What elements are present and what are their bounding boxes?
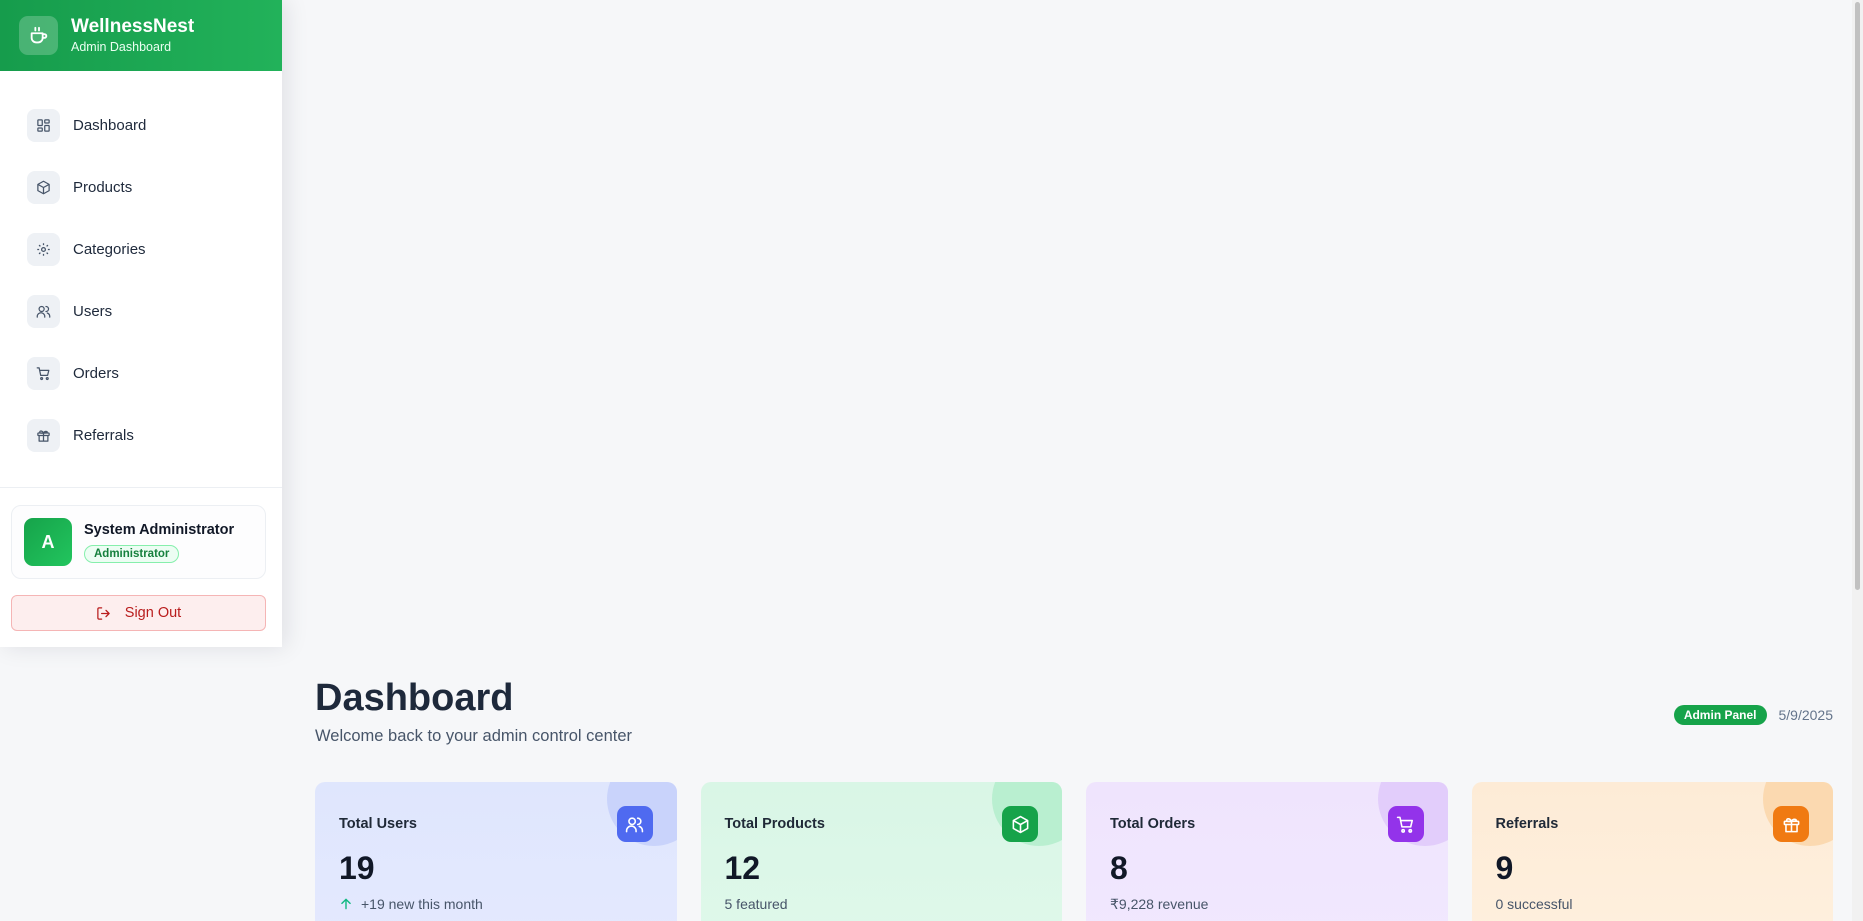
sidebar-nav: Dashboard Products Categories Users Orde… <box>0 71 282 466</box>
stat-card-referrals[interactable]: Referrals 9 0 successful <box>1471 782 1833 921</box>
card-title: Referrals <box>1495 816 1559 832</box>
coffee-icon <box>19 16 58 55</box>
card-value: 19 <box>339 850 375 886</box>
sidebar-item-dashboard[interactable]: Dashboard <box>0 94 282 156</box>
logout-icon <box>97 606 110 620</box>
role-badge: Administrator <box>84 545 180 563</box>
card-footnote: 0 successful <box>1495 896 1573 912</box>
page-scrollbar[interactable] <box>1852 0 1863 921</box>
arrow-up-icon <box>341 898 351 910</box>
box-icon <box>27 170 60 204</box>
date-label: 5/9/2025 <box>1778 707 1834 723</box>
sidebar-item-label: Dashboard <box>73 116 147 134</box>
stat-card-orders[interactable]: Total Orders 8 ₹9,228 revenue <box>1086 782 1448 921</box>
user-card: A System Administrator Administrator <box>11 505 266 579</box>
card-footnote: ₹9,228 revenue <box>1110 896 1209 912</box>
scrollbar-thumb[interactable] <box>1855 2 1860 590</box>
sign-out-button[interactable]: Sign Out <box>11 595 266 631</box>
brand-header: WellnessNest Admin Dashboard <box>0 0 282 71</box>
sidebar-item-label: Orders <box>73 364 119 382</box>
sidebar-item-products[interactable]: Products <box>0 156 282 218</box>
box-icon <box>1002 806 1038 842</box>
main-header: Dashboard Welcome back to your admin con… <box>315 675 1833 746</box>
card-footnote: +19 new this month <box>361 896 483 912</box>
sidebar-item-users[interactable]: Users <box>0 280 282 342</box>
sidebar-item-label: Categories <box>73 240 146 258</box>
users-icon <box>27 294 60 328</box>
sidebar-item-categories[interactable]: Categories <box>0 218 282 280</box>
sidebar-item-referrals[interactable]: Referrals <box>0 404 282 466</box>
card-title: Total Orders <box>1110 816 1196 832</box>
cart-icon <box>1387 806 1424 842</box>
sign-out-label: Sign Out <box>124 605 182 621</box>
card-value: 12 <box>724 850 761 886</box>
sidebar-item-label: Referrals <box>73 426 134 444</box>
card-value: 9 <box>1495 850 1514 886</box>
page-subtitle: Welcome back to your admin control cente… <box>315 727 633 745</box>
gift-icon <box>1773 806 1809 842</box>
sidebar-divider <box>0 487 282 488</box>
sidebar-item-orders[interactable]: Orders <box>0 342 282 404</box>
gear-icon <box>27 232 60 266</box>
sidebar: WellnessNest Admin Dashboard Dashboard P… <box>0 0 282 647</box>
stat-card-users[interactable]: Total Users 19 +19 new this month <box>315 782 677 921</box>
card-footnote: 5 featured <box>724 896 788 912</box>
stat-card-products[interactable]: Total Products 12 5 featured <box>700 782 1062 921</box>
user-name: System Administrator <box>84 522 235 538</box>
card-title: Total Products <box>724 816 825 832</box>
card-title: Total Users <box>339 816 417 832</box>
avatar: A <box>24 518 72 566</box>
card-value: 8 <box>1110 850 1128 886</box>
stat-cards: Total Users 19 +19 new this month Total … <box>315 782 1833 921</box>
sidebar-item-label: Users <box>73 302 113 320</box>
grid-icon <box>27 108 60 142</box>
sidebar-item-label: Products <box>73 178 133 196</box>
admin-panel-badge: Admin Panel <box>1673 705 1767 725</box>
cart-icon <box>27 356 60 390</box>
users-icon <box>616 806 653 842</box>
page-title: Dashboard <box>315 677 514 719</box>
gift-icon <box>27 418 60 452</box>
brand-name: WellnessNest <box>71 15 195 37</box>
brand-subtitle: Admin Dashboard <box>71 39 172 54</box>
